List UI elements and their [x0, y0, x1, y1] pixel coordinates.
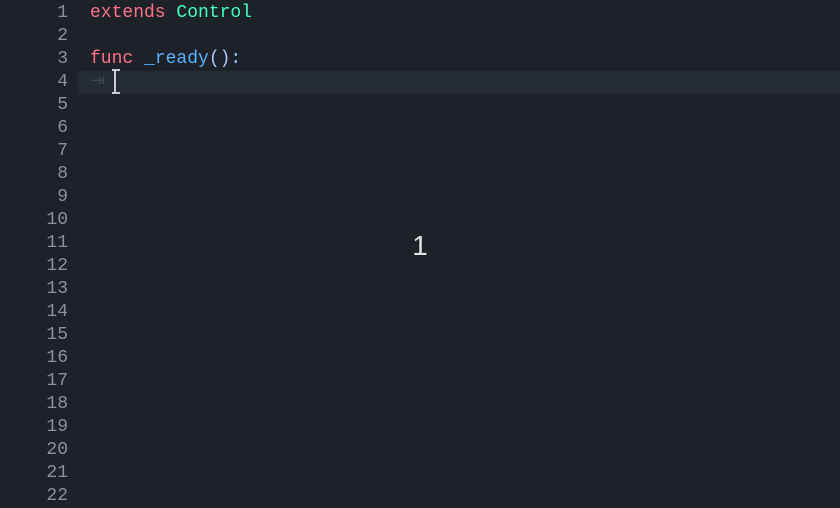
- token-classname: Control: [176, 3, 252, 23]
- line-number: 10: [0, 209, 78, 232]
- line-number: 9: [0, 186, 78, 209]
- line-number: 13: [0, 278, 78, 301]
- token-funcname: _ready: [144, 49, 209, 69]
- code-line: ⇥: [90, 71, 840, 94]
- code-line: [90, 94, 840, 117]
- token-keyword: func: [90, 49, 144, 69]
- overlay-label: 1: [412, 234, 428, 257]
- code-line: [90, 232, 840, 255]
- line-number: 8: [0, 163, 78, 186]
- line-number: 16: [0, 347, 78, 370]
- code-line: extends Control: [90, 2, 840, 25]
- line-number: 22: [0, 485, 78, 508]
- code-line: [90, 209, 840, 232]
- code-line: [90, 117, 840, 140]
- code-line: [90, 186, 840, 209]
- code-line: [90, 163, 840, 186]
- line-number: 21: [0, 462, 78, 485]
- line-number: 14: [0, 301, 78, 324]
- line-number: 19: [0, 416, 78, 439]
- code-line: [90, 255, 840, 278]
- line-number: 4: [0, 71, 78, 94]
- token-keyword: extends: [90, 3, 176, 23]
- code-content: extends Controlfunc _ready():⇥: [90, 2, 840, 508]
- code-line: [90, 370, 840, 393]
- line-number: 1: [0, 2, 78, 25]
- text-cursor-icon: [114, 71, 116, 92]
- token-punctuation: ():: [209, 49, 241, 69]
- line-number: 5: [0, 94, 78, 117]
- line-number: 6: [0, 117, 78, 140]
- line-number: 2: [0, 25, 78, 48]
- line-number: 3: [0, 48, 78, 71]
- code-line: [90, 278, 840, 301]
- code-line: [90, 140, 840, 163]
- line-number-gutter: 12345678910111213141516171819202122: [0, 0, 78, 504]
- line-number: 12: [0, 255, 78, 278]
- code-line: [90, 439, 840, 462]
- code-line: [90, 324, 840, 347]
- line-number: 11: [0, 232, 78, 255]
- line-number: 18: [0, 393, 78, 416]
- code-line: [90, 485, 840, 508]
- code-area[interactable]: extends Controlfunc _ready():⇥: [78, 0, 840, 504]
- line-number: 17: [0, 370, 78, 393]
- line-number: 7: [0, 140, 78, 163]
- code-line: [90, 25, 840, 48]
- line-number: 20: [0, 439, 78, 462]
- code-line: [90, 393, 840, 416]
- code-line: [90, 347, 840, 370]
- code-line: [90, 416, 840, 439]
- line-number: 15: [0, 324, 78, 347]
- code-line: [90, 462, 840, 485]
- code-line: func _ready():: [90, 48, 840, 71]
- code-line: [90, 301, 840, 324]
- token-indent-guide: ⇥: [90, 72, 105, 92]
